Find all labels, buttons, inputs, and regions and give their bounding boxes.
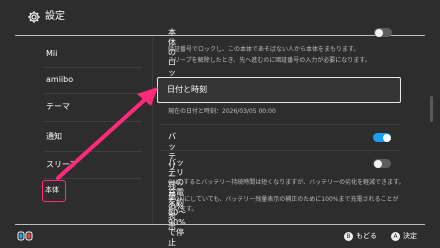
b-button-icon: B xyxy=(344,231,353,241)
battery-charge-note: あります。 xyxy=(168,206,198,213)
panel-divider xyxy=(152,37,153,225)
header-divider xyxy=(15,35,425,36)
scrollbar[interactable] xyxy=(430,96,433,122)
date-time-button[interactable]: 日付と時刻 xyxy=(157,77,401,103)
sidebar-divider xyxy=(44,178,142,179)
sidebar-item-theme[interactable]: テーマ xyxy=(46,102,70,112)
sidebar-item-amiibo[interactable]: amiibo xyxy=(46,75,73,85)
console-lock-description: 暗証番号でロックし、この本体であそばない人から本体をまもります。 xyxy=(168,46,360,53)
page-title: 設定 xyxy=(45,11,65,22)
console-lock-description: スリープを解除したとき、先へ進むのに暗証番号の入力が必要になります。 xyxy=(168,57,371,64)
sidebar-item-mii[interactable]: Mii xyxy=(46,49,57,59)
date-time-label: 日付と時刻 xyxy=(167,85,207,94)
battery-charge-toggle[interactable] xyxy=(373,159,391,168)
ok-button[interactable]: A 決定 xyxy=(391,230,417,242)
a-button-icon: A xyxy=(391,231,400,241)
footer-divider xyxy=(15,224,425,225)
toggle-knob xyxy=(373,159,382,168)
ok-label: 決定 xyxy=(403,232,417,240)
sidebar-item-system[interactable]: 本体 xyxy=(42,180,66,202)
battery-percent-toggle[interactable] xyxy=(373,133,391,142)
sidebar-divider xyxy=(44,67,142,68)
controller-icon xyxy=(17,231,33,241)
sidebar-divider xyxy=(44,151,142,152)
sidebar-item-label: 本体 xyxy=(45,186,59,194)
battery-charge-description: ONにするとバッテリー持続時間は短くなりますが、バッテリーの劣化を軽減できます。 xyxy=(168,179,405,186)
toggle-knob xyxy=(382,133,391,142)
back-button[interactable]: B もどる xyxy=(344,230,377,242)
sidebar-divider xyxy=(44,93,142,94)
sidebar-item-sleep[interactable]: スリープ xyxy=(46,160,78,170)
battery-charge-note: ※ ONにしていても、バッテリー残量表示の補正のために100%まで充電されること… xyxy=(168,196,399,203)
toggle-knob xyxy=(374,28,383,37)
sidebar-divider xyxy=(44,121,142,122)
back-label: もどる xyxy=(356,232,377,240)
gear-icon xyxy=(28,11,40,23)
row-divider xyxy=(160,150,400,151)
row-divider xyxy=(160,124,400,125)
sidebar-item-notifications[interactable]: 通知 xyxy=(46,132,62,142)
current-date-time: 現在の日付と時刻：2026/03/05 00:00 xyxy=(168,108,276,115)
console-lock-toggle[interactable] xyxy=(374,28,392,37)
